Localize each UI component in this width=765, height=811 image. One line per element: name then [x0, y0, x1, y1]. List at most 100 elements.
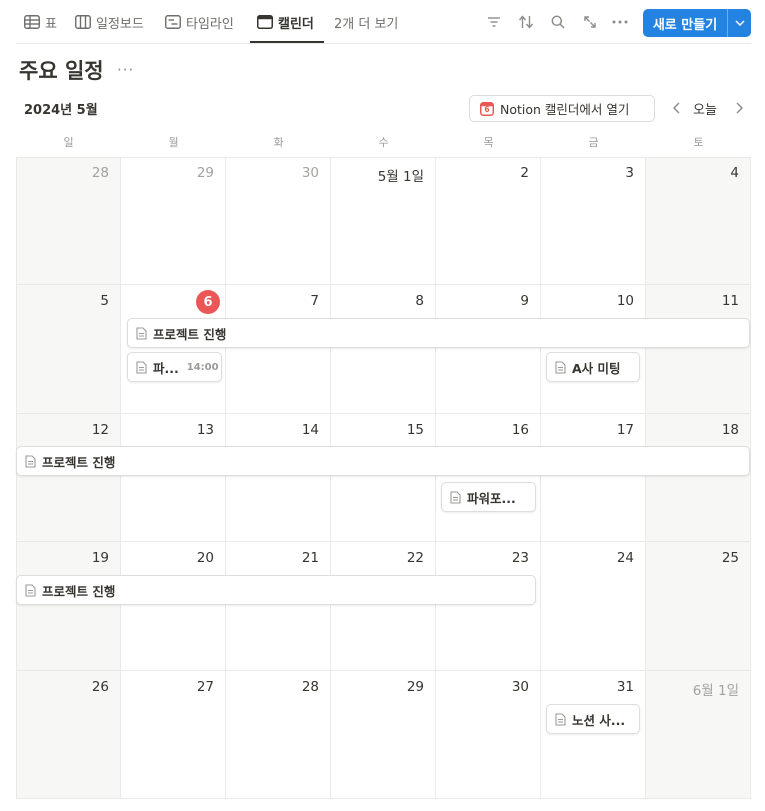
event-card[interactable]: 파... 14:00	[127, 352, 222, 382]
day-cell[interactable]: 29	[331, 670, 436, 799]
open-in-notion-calendar-button[interactable]: 6 Notion 캘린더에서 열기	[469, 95, 655, 122]
day-cell[interactable]: 27	[121, 670, 226, 799]
page-title[interactable]: 주요 일정	[19, 55, 104, 85]
new-item-button[interactable]: 새로 만들기	[643, 9, 751, 37]
day-cell[interactable]: 28	[226, 670, 331, 799]
day-cell[interactable]: 6	[121, 285, 226, 414]
day-number: 29	[196, 165, 214, 181]
day-number: 9	[520, 293, 529, 310]
notion-calendar-icon: 6	[480, 101, 494, 116]
day-number: 17	[616, 421, 634, 438]
day-cell[interactable]: 25	[646, 542, 751, 671]
day-cell[interactable]: 17	[541, 413, 646, 543]
day-cell[interactable]: 30	[436, 670, 541, 799]
weekday-label: 월	[168, 136, 179, 149]
weekday-label: 금	[588, 136, 599, 149]
sort-icon[interactable]	[517, 13, 535, 31]
notion-calendar-badge: 6	[484, 104, 490, 114]
day-cell[interactable]: 12	[16, 413, 121, 543]
day-cell[interactable]: 19	[16, 542, 121, 671]
filter-icon[interactable]	[485, 13, 503, 31]
event-card[interactable]: 파워포...	[441, 482, 536, 512]
event-card[interactable]: 노션 사...	[546, 704, 640, 734]
weekday-label: 일	[63, 136, 74, 149]
title-more-icon[interactable]: ···	[117, 61, 134, 79]
day-cell[interactable]: 15	[331, 413, 436, 543]
weekday-label: 목	[483, 136, 494, 149]
page-icon	[25, 583, 36, 597]
more-options-icon[interactable]	[611, 13, 629, 31]
day-number: 30	[301, 165, 319, 181]
more-views-button[interactable]: 2개 더 보기	[334, 12, 398, 32]
day-number: 27	[196, 678, 214, 695]
day-cell[interactable]: 9	[436, 285, 541, 414]
day-number: 26	[91, 678, 109, 695]
page-icon	[555, 360, 566, 374]
page-icon	[555, 712, 566, 726]
event-title: 노션 사...	[572, 712, 626, 728]
tab-calendar[interactable]: 캘린더	[257, 12, 314, 32]
day-cell[interactable]: 29	[121, 157, 226, 286]
day-number: 20	[196, 550, 214, 567]
prev-month-icon[interactable]	[668, 99, 684, 117]
day-number: 28	[91, 165, 109, 181]
event-title: 프로젝트 진행	[153, 326, 227, 342]
day-cell[interactable]: 20	[121, 542, 226, 671]
day-cell[interactable]: 3	[541, 157, 646, 286]
day-number: 25	[721, 550, 739, 567]
day-cell[interactable]: 31	[541, 670, 646, 799]
day-number: 14	[301, 421, 319, 438]
open-in-notion-label: Notion 캘린더에서 열기	[500, 102, 630, 117]
day-cell[interactable]: 21	[226, 542, 331, 671]
calendar-grid: 28 29 30 5월 1일 2 3 4 5 6 7 8 9 10 11 12 13 14 15 16 17 18 19 2…	[16, 157, 751, 799]
day-number: 28	[301, 678, 319, 695]
day-number: 19	[91, 550, 109, 567]
day-cell[interactable]: 4	[646, 157, 751, 286]
day-cell[interactable]: 2	[436, 157, 541, 286]
today-button[interactable]: 오늘	[693, 99, 717, 118]
day-cell[interactable]: 23	[436, 542, 541, 671]
chevron-down-icon[interactable]	[728, 20, 751, 26]
day-number: 11	[721, 293, 739, 310]
expand-icon[interactable]	[581, 13, 599, 31]
event-card[interactable]: 프로젝트 진행	[127, 318, 750, 348]
day-cell[interactable]: 16	[436, 413, 541, 543]
day-cell[interactable]: 28	[16, 157, 121, 286]
day-number: 22	[406, 550, 424, 567]
day-cell[interactable]: 11	[646, 285, 751, 414]
day-number: 10	[616, 293, 634, 310]
page-icon	[450, 490, 461, 504]
day-cell[interactable]: 6월 1일	[646, 670, 751, 799]
day-cell[interactable]: 24	[541, 542, 646, 671]
page-icon	[25, 454, 36, 468]
day-cell[interactable]: 5월 1일	[331, 157, 436, 286]
day-number: 29	[406, 678, 424, 695]
day-cell[interactable]: 7	[226, 285, 331, 414]
day-cell[interactable]: 13	[121, 413, 226, 543]
day-cell[interactable]: 22	[331, 542, 436, 671]
next-month-icon[interactable]	[731, 99, 747, 117]
tab-board[interactable]: 일정보드	[75, 12, 144, 32]
day-number: 31	[616, 678, 634, 695]
day-cell[interactable]: 5	[16, 285, 121, 414]
day-cell[interactable]: 18	[646, 413, 751, 543]
day-cell[interactable]: 10	[541, 285, 646, 414]
search-icon[interactable]	[549, 13, 567, 31]
event-card[interactable]: A사 미팅	[546, 352, 640, 382]
tab-timeline[interactable]: 타임라인	[165, 12, 234, 32]
table-icon	[24, 15, 40, 29]
event-card[interactable]: 프로젝트 진행	[16, 575, 536, 605]
day-cell[interactable]: 30	[226, 157, 331, 286]
day-number: 3	[625, 165, 634, 181]
day-number: 5월 1일	[377, 169, 424, 185]
page-icon	[136, 360, 147, 374]
month-label: 2024년 5월	[24, 103, 98, 118]
day-cell[interactable]: 26	[16, 670, 121, 799]
tab-timeline-label: 타임라인	[186, 16, 234, 32]
day-cell[interactable]: 8	[331, 285, 436, 414]
day-cell[interactable]: 14	[226, 413, 331, 543]
day-number: 13	[196, 421, 214, 438]
event-card[interactable]: 프로젝트 진행	[16, 446, 750, 476]
board-icon	[75, 15, 91, 29]
tab-table[interactable]: 표	[24, 12, 57, 32]
